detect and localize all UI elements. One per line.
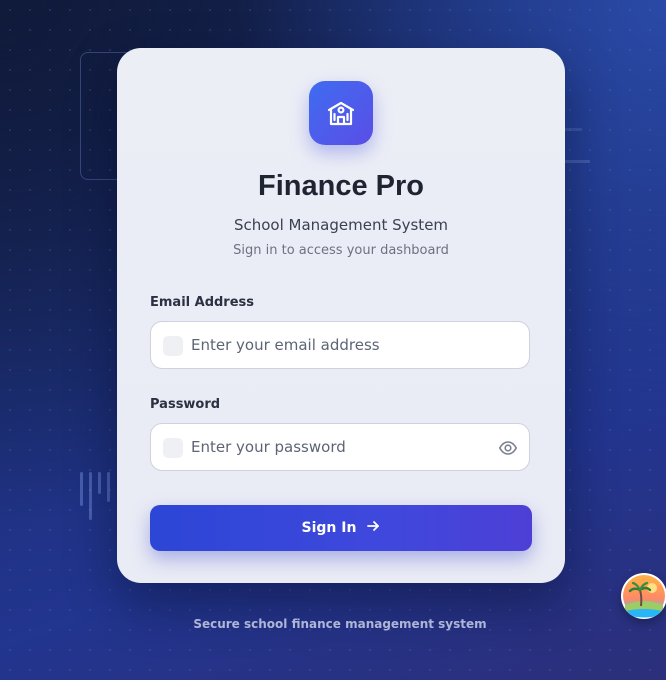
sign-in-button[interactable]: Sign In [150, 505, 532, 551]
eye-icon[interactable] [498, 438, 518, 458]
password-label: Password [150, 397, 221, 412]
background-decoration-bars [80, 472, 110, 520]
email-input[interactable] [191, 322, 481, 368]
app-subtitle: School Management System [233, 216, 449, 234]
palm-tree-island-icon[interactable] [621, 573, 666, 619]
login-card: Finance Pro School Management System Sig… [117, 48, 565, 583]
mail-icon [163, 336, 183, 356]
email-field-container[interactable] [150, 321, 530, 369]
password-field-container[interactable] [150, 423, 530, 471]
sign-in-tagline: Sign in to access your dashboard [233, 243, 449, 258]
school-building-icon [309, 81, 373, 145]
arrow-right-icon [366, 519, 380, 537]
sign-in-label: Sign In [301, 520, 357, 536]
footer-text: Secure school finance management system [193, 617, 487, 631]
email-label: Email Address [150, 295, 255, 310]
app-title: Finance Pro [258, 170, 424, 202]
lock-icon [163, 438, 183, 458]
password-input[interactable] [191, 424, 481, 470]
